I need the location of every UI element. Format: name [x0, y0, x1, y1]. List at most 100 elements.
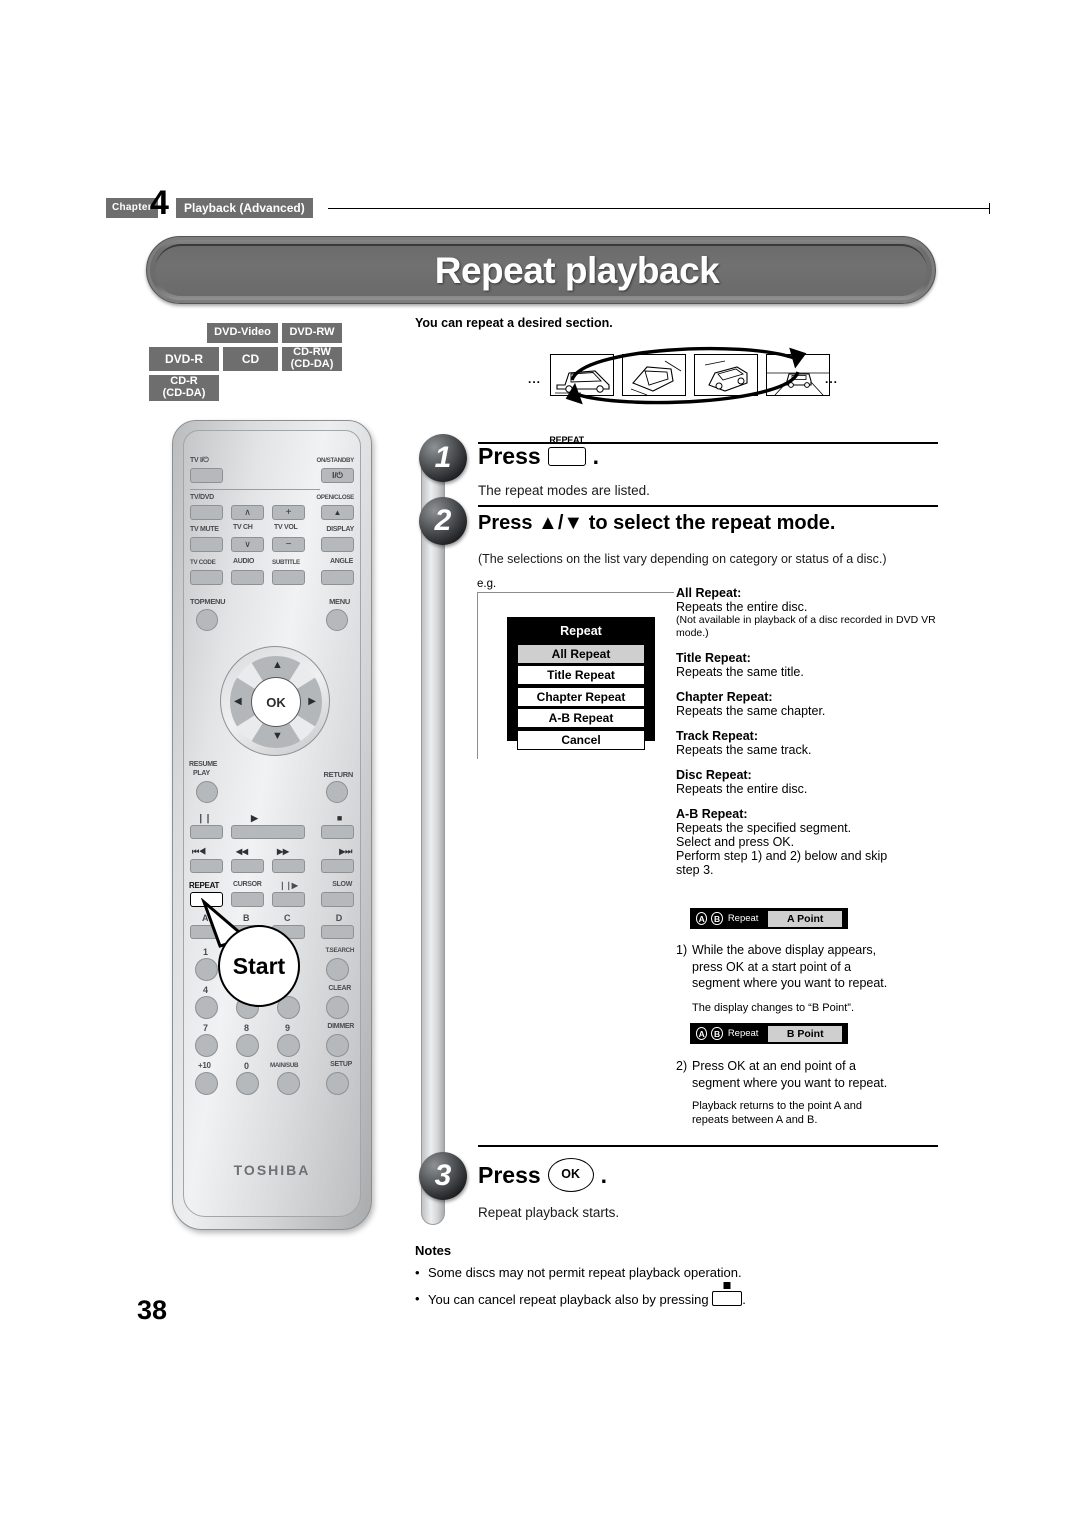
ab-display-a-repeat-word: Repeat: [727, 913, 759, 924]
ab-item-1: 1) While the above display appears, pres…: [676, 942, 944, 1016]
step3-instruction: Press OK .: [478, 1158, 607, 1192]
desc-text-chapter-repeat: Repeats the same chapter.: [676, 704, 826, 719]
button-slow[interactable]: [321, 892, 354, 907]
remote-control-illustration: TV I/⏻ ON/STANDBY I/⏻ TV/DVD ∧ + OPEN/CL…: [172, 420, 372, 1230]
button-tv-ch-down[interactable]: ∨: [231, 537, 264, 552]
button-setup[interactable]: [326, 1072, 349, 1095]
circled-b-icon: B: [711, 912, 723, 925]
label-tv-ch: TV CH: [233, 524, 253, 531]
button-on-standby[interactable]: I/⏻: [321, 468, 354, 483]
chevron-down-icon: ∨: [244, 539, 251, 549]
header-rule: [328, 203, 990, 214]
menu-item-ab-repeat[interactable]: A-B Repeat: [517, 708, 645, 728]
badge-dvd-video: DVD-Video: [206, 322, 279, 344]
chapter-header: Chapter 4 Playback (Advanced): [106, 186, 990, 220]
label-tv-vol: TV VOL: [274, 524, 298, 531]
button-tv-power[interactable]: [190, 468, 223, 483]
label-key-4: 4: [203, 985, 208, 995]
eject-icon: ▲: [333, 508, 342, 517]
button-key-8[interactable]: [236, 1034, 259, 1057]
button-key-9[interactable]: [277, 1034, 300, 1057]
button-tv-vol-down[interactable]: −: [272, 537, 305, 552]
step1-period: .: [592, 443, 600, 469]
illustration-frame-4: [766, 354, 830, 396]
button-t-search[interactable]: [326, 958, 349, 981]
badge-label: DVD-RW: [289, 326, 335, 339]
label-key-0: 0: [244, 1061, 249, 1071]
button-open-close[interactable]: ▲: [321, 505, 354, 520]
play-icon: ▶: [251, 813, 258, 823]
badge-cd: CD: [222, 346, 279, 372]
button-key-1[interactable]: [195, 958, 218, 981]
button-play[interactable]: [231, 825, 305, 839]
button-display[interactable]: [321, 537, 354, 552]
button-menu[interactable]: [326, 609, 348, 631]
dpad-left-arrow-icon: ◀: [234, 696, 242, 707]
plus-icon: +: [285, 507, 292, 518]
button-angle[interactable]: [321, 570, 354, 585]
button-tv-dvd[interactable]: [190, 505, 223, 520]
step1-sub: The repeat modes are listed.: [478, 483, 650, 498]
button-skip-next[interactable]: [321, 859, 354, 873]
menu-item-cancel[interactable]: Cancel: [517, 729, 645, 750]
label-cursor: CURSOR: [233, 881, 262, 888]
label-plus10: +10: [198, 1061, 211, 1070]
button-tv-vol-up[interactable]: +: [272, 505, 305, 520]
step3-sub: Repeat playback starts.: [478, 1205, 620, 1220]
button-subtitle[interactable]: [272, 570, 305, 585]
dots-right: ...: [824, 372, 838, 386]
step-badge-3: 3: [419, 1152, 467, 1200]
button-key-7[interactable]: [195, 1034, 218, 1057]
label-clear: CLEAR: [328, 985, 351, 992]
menu-item-title-repeat[interactable]: Title Repeat: [517, 665, 645, 685]
button-top-menu[interactable]: [196, 609, 218, 631]
skip-prev-icon: ⏮◀: [192, 847, 206, 856]
desc-term-chapter-repeat: Chapter Repeat:: [676, 690, 773, 705]
ab-line-2: Select and press OK.: [676, 835, 795, 850]
car-rear-icon: [767, 372, 829, 395]
button-rewind[interactable]: [231, 859, 264, 873]
desc-term-all-repeat: All Repeat:: [676, 586, 742, 600]
button-clear[interactable]: [326, 996, 349, 1019]
button-ok[interactable]: OK: [251, 677, 301, 727]
button-return[interactable]: [326, 781, 348, 803]
button-step[interactable]: [272, 892, 305, 907]
desc-term-disc-repeat: Disc Repeat:: [676, 768, 752, 783]
skip-next-icon: ▶⏭: [339, 847, 352, 856]
ab-line-4: step 3.: [676, 863, 714, 878]
button-fast-forward[interactable]: [272, 859, 305, 873]
dots-left: ...: [528, 372, 542, 386]
button-d[interactable]: [321, 925, 354, 939]
start-callout-label: Start: [232, 952, 286, 979]
repeat-osd-menu[interactable]: Repeat All Repeat Title Repeat Chapter R…: [507, 617, 655, 750]
label-subtitle: SUBTITLE: [272, 559, 300, 566]
illustration-frame-2: [622, 354, 686, 396]
button-tv-mute[interactable]: [190, 537, 223, 552]
button-audio[interactable]: [231, 570, 264, 585]
page-title: Repeat playback: [434, 250, 720, 291]
button-tv-code[interactable]: [190, 570, 223, 585]
button-main-sub[interactable]: [277, 1072, 300, 1095]
label-audio: AUDIO: [233, 558, 255, 565]
circled-a-icon: A: [696, 912, 708, 925]
dpad[interactable]: ▲ ▼ ◀ ▶ OK: [220, 646, 330, 756]
repeat-illustration: ... ...: [528, 346, 838, 405]
menu-item-all-repeat[interactable]: All Repeat: [517, 643, 645, 664]
step1-instruction: Press REPEAT .: [478, 435, 600, 470]
page-title-banner: Repeat playback: [146, 236, 936, 304]
button-dimmer[interactable]: [326, 1034, 349, 1057]
step3-period: .: [600, 1161, 608, 1188]
button-skip-previous[interactable]: [190, 859, 223, 873]
menu-item-chapter-repeat[interactable]: Chapter Repeat: [517, 686, 645, 707]
button-key-0[interactable]: [236, 1072, 259, 1095]
button-stop[interactable]: [321, 825, 354, 839]
button-tv-ch-up[interactable]: ∧: [231, 505, 264, 520]
brand-logo: TOSHIBA: [233, 1162, 311, 1178]
label-on-standby: ON/STANDBY: [316, 457, 355, 464]
ab-item-2-line-1: Press OK at an end point of a: [692, 1059, 856, 1073]
circled-b-icon: B: [711, 1027, 723, 1040]
button-plus10[interactable]: [195, 1072, 218, 1095]
button-key-4[interactable]: [195, 996, 218, 1019]
button-pause[interactable]: [190, 825, 223, 839]
button-resume-play[interactable]: [196, 781, 218, 803]
